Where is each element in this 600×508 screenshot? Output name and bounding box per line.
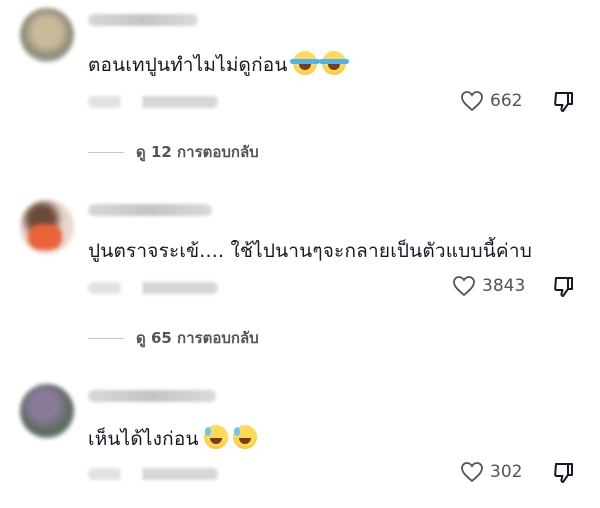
comment-text: เห็นได้ไงก่อน [88, 424, 257, 454]
heart-icon [461, 91, 483, 112]
like-count: 302 [490, 462, 523, 482]
view-replies-label: ดู 12 การตอบกลับ [136, 143, 259, 161]
tears-of-joy-emoji-icon [289, 51, 320, 75]
heart-icon [461, 462, 483, 483]
dislike-button[interactable] [552, 90, 576, 114]
like-count: 3843 [482, 276, 526, 296]
like-button[interactable]: 302 [460, 461, 522, 483]
comment-meta-blurred [88, 96, 218, 108]
dislike-button[interactable] [552, 275, 576, 299]
avatar[interactable] [20, 200, 74, 254]
view-replies-button[interactable]: ดู 65 การตอบกลับ [88, 326, 259, 350]
like-button[interactable]: 662 [460, 90, 522, 112]
grinning-sweat-emoji-icon [203, 425, 228, 449]
like-button[interactable]: 3843 [452, 275, 525, 297]
username-blurred[interactable] [88, 204, 212, 216]
comment-text-body: ปูนตราจระเข้.... ใช้ไปนานๆจะกลายเป็นตัวแ… [88, 240, 532, 262]
comment-text-body: เห็นได้ไงก่อน [88, 428, 199, 450]
comment-text: ตอนเทปูนทำไมไม่ดูก่อน [88, 50, 349, 80]
view-replies-button[interactable]: ดู 12 การตอบกลับ [88, 140, 259, 164]
username-blurred[interactable] [88, 390, 216, 402]
grinning-sweat-emoji-icon [232, 425, 257, 449]
username-blurred[interactable] [88, 14, 198, 26]
tears-of-joy-emoji-icon [318, 51, 349, 75]
comment-text: ปูนตราจระเข้.... ใช้ไปนานๆจะกลายเป็นตัวแ… [88, 236, 532, 266]
replies-divider [88, 337, 124, 339]
view-replies-label: ดู 65 การตอบกลับ [136, 329, 259, 347]
avatar[interactable] [20, 8, 74, 62]
comment-meta-blurred [88, 282, 218, 294]
comment-text-body: ตอนเทปูนทำไมไม่ดูก่อน [88, 54, 288, 76]
replies-divider [88, 151, 124, 153]
dislike-button[interactable] [552, 461, 576, 485]
avatar[interactable] [20, 384, 74, 438]
heart-icon [453, 276, 475, 297]
comment-meta-blurred [88, 468, 218, 480]
like-count: 662 [490, 91, 523, 111]
